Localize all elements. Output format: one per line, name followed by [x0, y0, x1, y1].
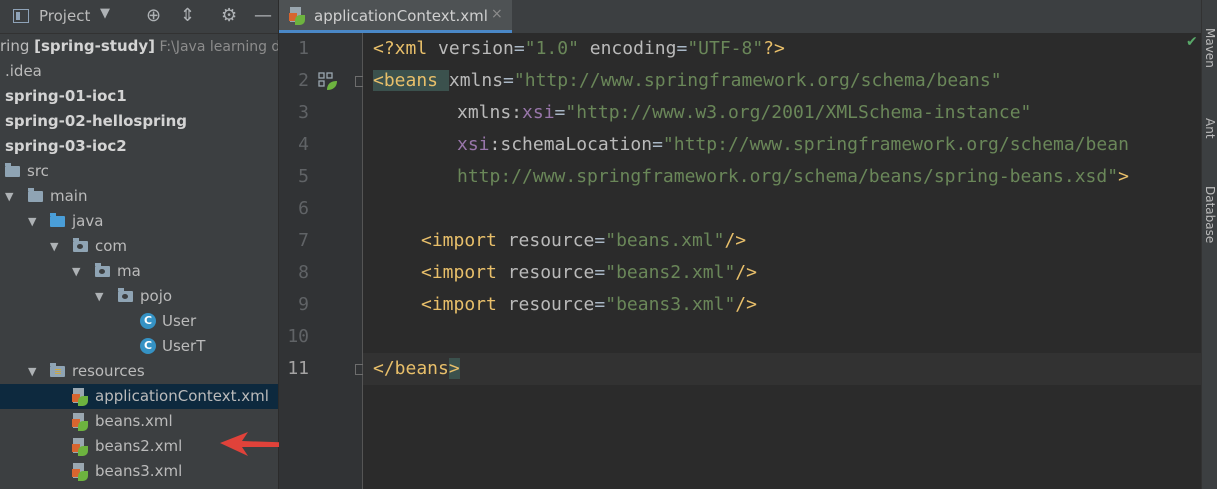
- expand-arrow-icon[interactable]: ▼: [95, 284, 103, 309]
- tree-item-java[interactable]: ▼ java: [0, 209, 278, 234]
- code-editor[interactable]: <?xml version="1.0" encoding="UTF-8"?> <…: [363, 33, 1201, 489]
- tree-item-resources[interactable]: ▼ resources: [0, 359, 278, 384]
- code-line-5: http://www.springframework.org/schema/be…: [457, 166, 1129, 187]
- right-tool-strip: Maven Ant Database: [1201, 0, 1217, 489]
- no-problems-check-icon[interactable]: ✔: [1186, 34, 1198, 50]
- class-icon: C: [140, 338, 156, 354]
- line-number: 3: [298, 102, 309, 123]
- maven-tool-button[interactable]: Maven: [1203, 28, 1217, 68]
- locate-icon[interactable]: ⊕: [146, 5, 161, 26]
- spring-xml-icon: [72, 413, 88, 431]
- tree-item-idea[interactable]: .idea: [0, 59, 278, 84]
- package-icon: [118, 288, 133, 302]
- code-line-3: xmlns:xsi="http://www.w3.org/2001/XMLSch…: [457, 102, 1032, 123]
- line-number: 11: [287, 358, 309, 379]
- close-icon[interactable]: ×: [491, 6, 503, 22]
- tree-item-beans3[interactable]: beans3.xml: [0, 459, 278, 484]
- spring-bean-gutter-icon[interactable]: [318, 72, 338, 92]
- database-tool-button[interactable]: Database: [1203, 186, 1217, 243]
- line-number: 8: [298, 262, 309, 283]
- gear-icon[interactable]: ⚙: [221, 5, 237, 26]
- ant-tool-button[interactable]: Ant: [1203, 118, 1217, 139]
- current-line-highlight: [363, 353, 1201, 385]
- tab-applicationcontext[interactable]: applicationContext.xml ×: [279, 0, 512, 33]
- expand-arrow-icon[interactable]: ▼: [28, 209, 36, 234]
- code-line-1: <?xml version="1.0" encoding="UTF-8"?>: [373, 38, 785, 59]
- resources-folder-icon: [50, 363, 65, 377]
- spring-xml-icon: [72, 438, 88, 456]
- tree-item-applicationcontext[interactable]: applicationContext.xml: [0, 384, 278, 409]
- line-number: 6: [298, 198, 309, 219]
- chevron-down-icon[interactable]: ▼: [100, 6, 110, 21]
- project-panel-title[interactable]: Project: [39, 7, 90, 25]
- tree-item-module[interactable]: spring-03-ioc2: [0, 134, 278, 159]
- tree-item-user[interactable]: C User: [0, 309, 278, 334]
- package-icon: [73, 238, 88, 252]
- editor-tab-bar: applicationContext.xml ×: [279, 0, 1201, 34]
- code-line-8: <import resource="beans2.xml"/>: [421, 262, 757, 283]
- spring-xml-icon: [72, 463, 88, 481]
- line-number: 1: [298, 38, 309, 59]
- line-number: 5: [298, 166, 309, 187]
- collapse-all-icon[interactable]: ⇕: [180, 5, 195, 26]
- project-panel-header: Project ▼ ⊕ ⇕ ⚙ —: [0, 0, 278, 34]
- tree-item-src[interactable]: src: [0, 159, 278, 184]
- project-window-icon: [13, 9, 29, 23]
- line-number: 10: [287, 326, 309, 347]
- code-line-7: <import resource="beans.xml"/>: [421, 230, 747, 251]
- line-number: 2: [298, 70, 309, 91]
- tree-item-root[interactable]: ring [spring-study] F:\Java learning do: [0, 34, 278, 59]
- source-folder-icon: [50, 213, 65, 227]
- hide-icon[interactable]: —: [254, 5, 272, 26]
- project-panel: Project ▼ ⊕ ⇕ ⚙ — ring [spring-study] F:…: [0, 0, 278, 489]
- line-number: 7: [298, 230, 309, 251]
- expand-arrow-icon[interactable]: ▼: [50, 234, 58, 259]
- tree-item-module[interactable]: spring-02-hellospring: [0, 109, 278, 134]
- spring-xml-icon: [72, 388, 88, 406]
- tree-item-com[interactable]: ▼ com: [0, 234, 278, 259]
- expand-arrow-icon[interactable]: ▼: [5, 184, 13, 209]
- class-icon: C: [140, 313, 156, 329]
- package-icon: [95, 263, 110, 277]
- tree-item-main[interactable]: ▼ main: [0, 184, 278, 209]
- folder-icon: [5, 163, 20, 177]
- code-line-4: xsi:schemaLocation="http://www.springfra…: [457, 134, 1129, 155]
- tree-item-pojo[interactable]: ▼ pojo: [0, 284, 278, 309]
- tree-item-module[interactable]: spring-01-ioc1: [0, 84, 278, 109]
- expand-arrow-icon[interactable]: ▼: [72, 259, 80, 284]
- expand-arrow-icon[interactable]: ▼: [28, 359, 36, 384]
- spring-xml-icon: [289, 7, 305, 25]
- folder-icon: [28, 188, 43, 202]
- code-line-2: <beans xmlns="http://www.springframework…: [373, 70, 1002, 91]
- line-number: 9: [298, 294, 309, 315]
- tab-label: applicationContext.xml: [314, 7, 488, 25]
- code-line-11: </beans>: [373, 358, 460, 379]
- line-number: 4: [298, 134, 309, 155]
- tree-item-ma[interactable]: ▼ ma: [0, 259, 278, 284]
- tree-item-usert[interactable]: C UserT: [0, 334, 278, 359]
- code-line-9: <import resource="beans3.xml"/>: [421, 294, 757, 315]
